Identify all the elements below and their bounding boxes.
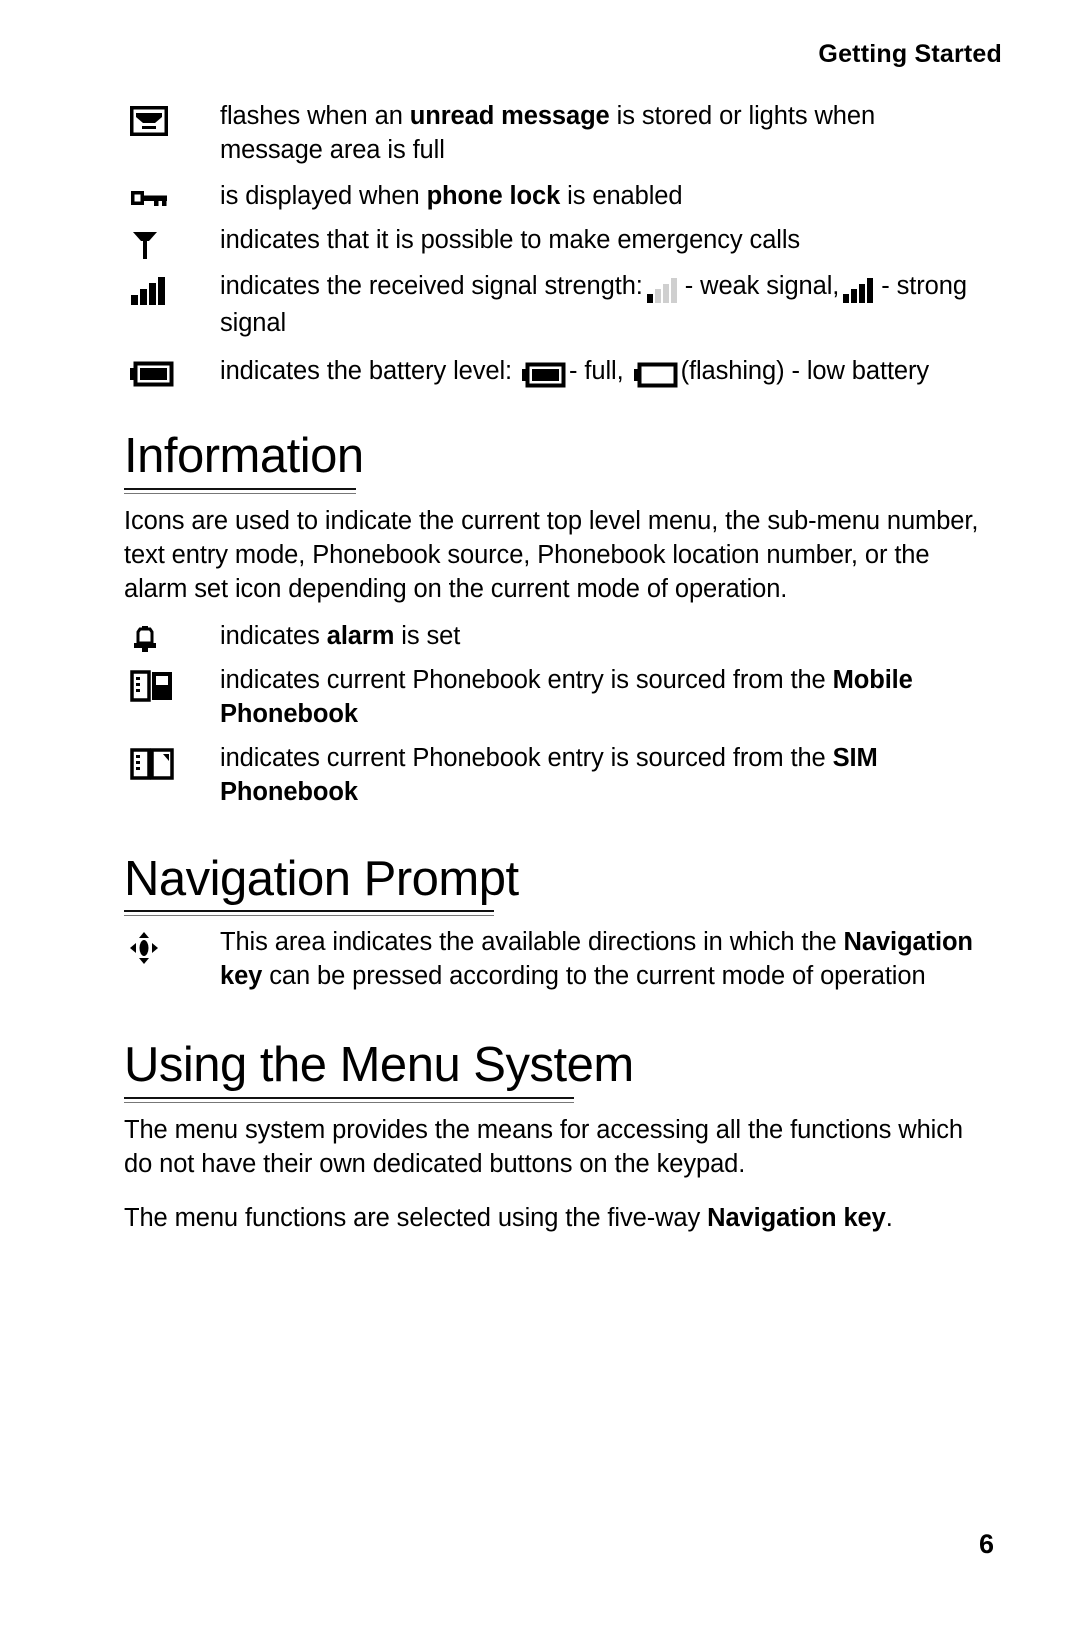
nav-text-navigation-key: This area indicates the available direct… [220,926,980,994]
heading-information: Information [124,429,364,484]
signal-bars-icon [124,270,220,306]
heading-using-the-menu-system: Using the Menu System [124,1038,634,1093]
text-segment: . [885,1203,893,1232]
text-segment: is set [394,622,461,651]
status-icon-text-signal: indicates the received signal strength: -… [220,270,980,341]
info-row-alarm: indicates alarm is set [124,620,980,654]
info-row-mobile-phonebook: indicates current Phonebook entry is sou… [124,664,980,732]
page-number: 6 [978,1529,994,1559]
strong-signal-icon [842,273,878,307]
navigation-arrows-icon [124,926,220,965]
heading-navigation-prompt: Navigation Prompt [124,851,519,906]
paragraph-menu-system-1: The menu system provides the means for a… [124,1113,980,1181]
heading-rule [124,1096,574,1103]
text-segment: indicates that it is possible to make em… [220,225,801,254]
running-header-title: Getting Started [818,40,1002,68]
status-icon-row-battery: indicates the battery level: - full, (fl… [124,355,980,392]
weak-signal-icon [646,273,682,307]
alarm-bell-icon [124,620,220,654]
status-icon-text-emergency: indicates that it is possible to make em… [220,224,980,258]
status-icon-row-signal: indicates the received signal strength: -… [124,270,980,341]
section-navigation-prompt: Navigation Prompt [124,851,980,917]
battery-icon [124,355,220,387]
text-segment-bold: unread message [409,102,610,130]
text-segment: indicates current Phonebook entry is sou… [220,666,833,695]
info-text-mobile-phonebook: indicates current Phonebook entry is sou… [220,664,980,732]
text-segment-bold: Navigation key [707,1203,886,1232]
text-segment: This area indicates the available direct… [220,928,844,957]
status-icon-text-phone-lock: is displayed when phone lock is enabled [220,180,980,214]
paragraph-information-intro: Icons are used to indicate the current t… [124,506,979,604]
page-content: flashes when an unread message is stored… [124,100,980,1249]
text-segment: - weak signal, [684,271,840,300]
text-segment: The menu functions are selected using th… [124,1203,708,1232]
battery-full-icon [522,358,566,392]
document-page: Getting Started flashes when an unread m… [0,0,1080,1632]
mobile-phonebook-icon [124,664,220,703]
text-segment: - full, [569,356,624,385]
nav-row-navigation-key: This area indicates the available direct… [124,926,980,994]
antenna-icon [124,224,220,260]
section-using-the-menu-system: Using the Menu System [124,1038,980,1103]
status-icon-text-battery: indicates the battery level: - full, (fl… [220,355,980,392]
text-segment: indicates current Phonebook entry is sou… [220,744,833,773]
text-segment: flashes when an [220,102,410,130]
text-segment: indicates the received signal strength: [220,271,643,300]
heading-rule [124,910,494,917]
text-segment: is displayed when [220,181,427,210]
key-icon [124,180,220,210]
heading-rule [124,487,356,494]
text-segment-bold: alarm [326,622,395,651]
battery-low-icon [633,358,678,392]
info-row-sim-phonebook: indicates current Phonebook entry is sou… [124,742,980,810]
text-segment-bold: phone lock [426,181,561,210]
text-segment: (flashing) - low battery [680,356,930,385]
text-segment: indicates [220,622,327,651]
text-segment: indicates the battery level: [220,356,513,385]
paragraph-menu-system-2: The menu functions are selected using th… [124,1201,980,1235]
status-icon-row-emergency: indicates that it is possible to make em… [124,224,980,260]
status-icon-row-phone-lock: is displayed when phone lock is enabled [124,180,980,214]
text-segment: can be pressed according to the current … [262,962,926,991]
status-icon-text-message: flashes when an unread message is stored… [220,100,980,168]
envelope-icon [124,100,220,136]
status-icon-row-message: flashes when an unread message is stored… [124,100,980,168]
info-text-sim-phonebook: indicates current Phonebook entry is sou… [220,742,980,810]
text-segment: The menu system provides the means for a… [124,1115,963,1178]
text-segment: is enabled [560,181,683,210]
sim-phonebook-icon [124,742,220,780]
section-information: Information [124,429,980,494]
info-text-alarm: indicates alarm is set [220,620,980,654]
